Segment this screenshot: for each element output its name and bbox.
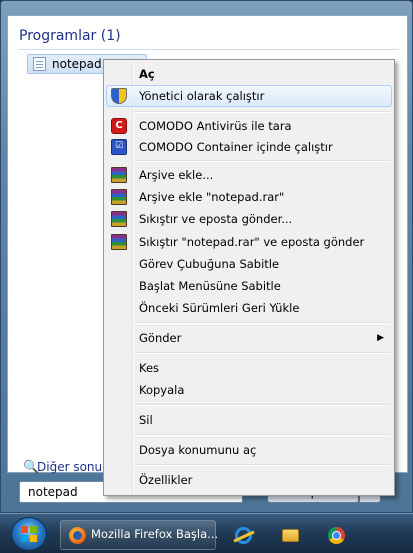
menu-item-label: Önceki Sürümleri Geri Yükle [139, 301, 300, 315]
menu-item-add-notepad-rar[interactable]: Arşive ekle "notepad.rar" [106, 186, 392, 208]
section-divider [19, 49, 399, 50]
menu-item-open-file-location[interactable]: Dosya konumunu aç [106, 439, 392, 461]
menu-item-label: COMODO Container içinde çalıştır [139, 140, 333, 154]
search-input-value: notepad [28, 485, 78, 499]
winrar-icon [111, 189, 127, 205]
menu-item-label: Arşive ekle "notepad.rar" [139, 190, 285, 204]
menu-item-restore-previous[interactable]: Önceki Sürümleri Geri Yükle [106, 297, 392, 319]
taskbar-explorer-button[interactable] [270, 520, 308, 550]
menu-item-delete[interactable]: Sil [106, 409, 392, 431]
menu-item-open[interactable]: Aç [106, 63, 392, 85]
menu-item-send-to[interactable]: Gönder ▶ [106, 327, 392, 349]
menu-separator [134, 434, 391, 436]
comodo-antivirus-icon: C [111, 118, 127, 134]
winrar-icon [111, 211, 127, 227]
menu-separator [134, 160, 391, 162]
firefox-icon [69, 527, 86, 544]
menu-item-pin-start[interactable]: Başlat Menüsüne Sabitle [106, 275, 392, 297]
taskbar-ie-button[interactable] [224, 520, 262, 550]
menu-item-add-archive[interactable]: Arşive ekle... [106, 164, 392, 186]
menu-item-label: Dosya konumunu aç [139, 443, 257, 457]
menu-separator [134, 322, 391, 324]
menu-item-pin-taskbar[interactable]: Görev Çubuğuna Sabitle [106, 253, 392, 275]
menu-item-label: Yönetici olarak çalıştır [139, 89, 265, 103]
comodo-container-icon: ☑ [111, 139, 127, 155]
menu-item-label: Başlat Menüsüne Sabitle [139, 279, 281, 293]
uac-shield-icon [111, 88, 127, 104]
menu-item-properties[interactable]: Özellikler [106, 469, 392, 491]
chrome-icon [328, 527, 345, 544]
menu-item-label: Özellikler [139, 473, 193, 487]
menu-item-comodo-scan[interactable]: C COMODO Antivirüs ile tara [106, 115, 392, 137]
menu-item-label: Sıkıştır ve eposta gönder... [139, 212, 293, 226]
menu-item-label: Sil [139, 413, 153, 427]
menu-item-label: Sıkıştır "notepad.rar" ve eposta gönder [139, 235, 365, 249]
menu-item-label: Aç [139, 67, 155, 81]
menu-item-label: COMODO Antivirüs ile tara [139, 119, 292, 133]
menu-item-cut[interactable]: Kes [106, 357, 392, 379]
menu-separator [134, 111, 391, 113]
start-orb-icon[interactable] [11, 517, 47, 551]
taskbar-chrome-button[interactable] [316, 520, 354, 550]
search-icon: 🔍 [23, 460, 40, 475]
winrar-icon [111, 234, 127, 250]
file-explorer-icon [282, 529, 299, 542]
menu-item-label: Kopyala [139, 383, 185, 397]
menu-separator [134, 352, 391, 354]
menu-item-comodo-container[interactable]: ☑ COMODO Container içinde çalıştır [106, 136, 392, 158]
internet-explorer-icon [235, 527, 252, 544]
windows-flag-icon [21, 526, 37, 542]
menu-separator [134, 464, 391, 466]
menu-item-run-as-admin[interactable]: Yönetici olarak çalıştır [106, 85, 392, 107]
menu-separator [134, 404, 391, 406]
taskbar-firefox-button[interactable]: Mozilla Firefox Başla... [60, 520, 219, 550]
submenu-arrow-icon: ▶ [377, 333, 384, 343]
context-menu: Aç Yönetici olarak çalıştır C COMODO Ant… [103, 59, 395, 496]
notepad-file-icon [33, 57, 46, 71]
menu-item-compress-email[interactable]: Sıkıştır ve eposta gönder... [106, 208, 392, 230]
menu-item-label: Görev Çubuğuna Sabitle [139, 257, 280, 271]
menu-item-label: Kes [139, 361, 160, 375]
menu-item-label: Gönder [139, 331, 182, 345]
taskbar-firefox-label: Mozilla Firefox Başla... [91, 527, 219, 541]
menu-item-copy[interactable]: Kopyala [106, 379, 392, 401]
winrar-icon [111, 167, 127, 183]
menu-item-compress-notepad-email[interactable]: Sıkıştır "notepad.rar" ve eposta gönder [106, 231, 392, 253]
section-title: Programlar (1) [19, 28, 121, 44]
menu-item-label: Arşive ekle... [139, 168, 214, 182]
